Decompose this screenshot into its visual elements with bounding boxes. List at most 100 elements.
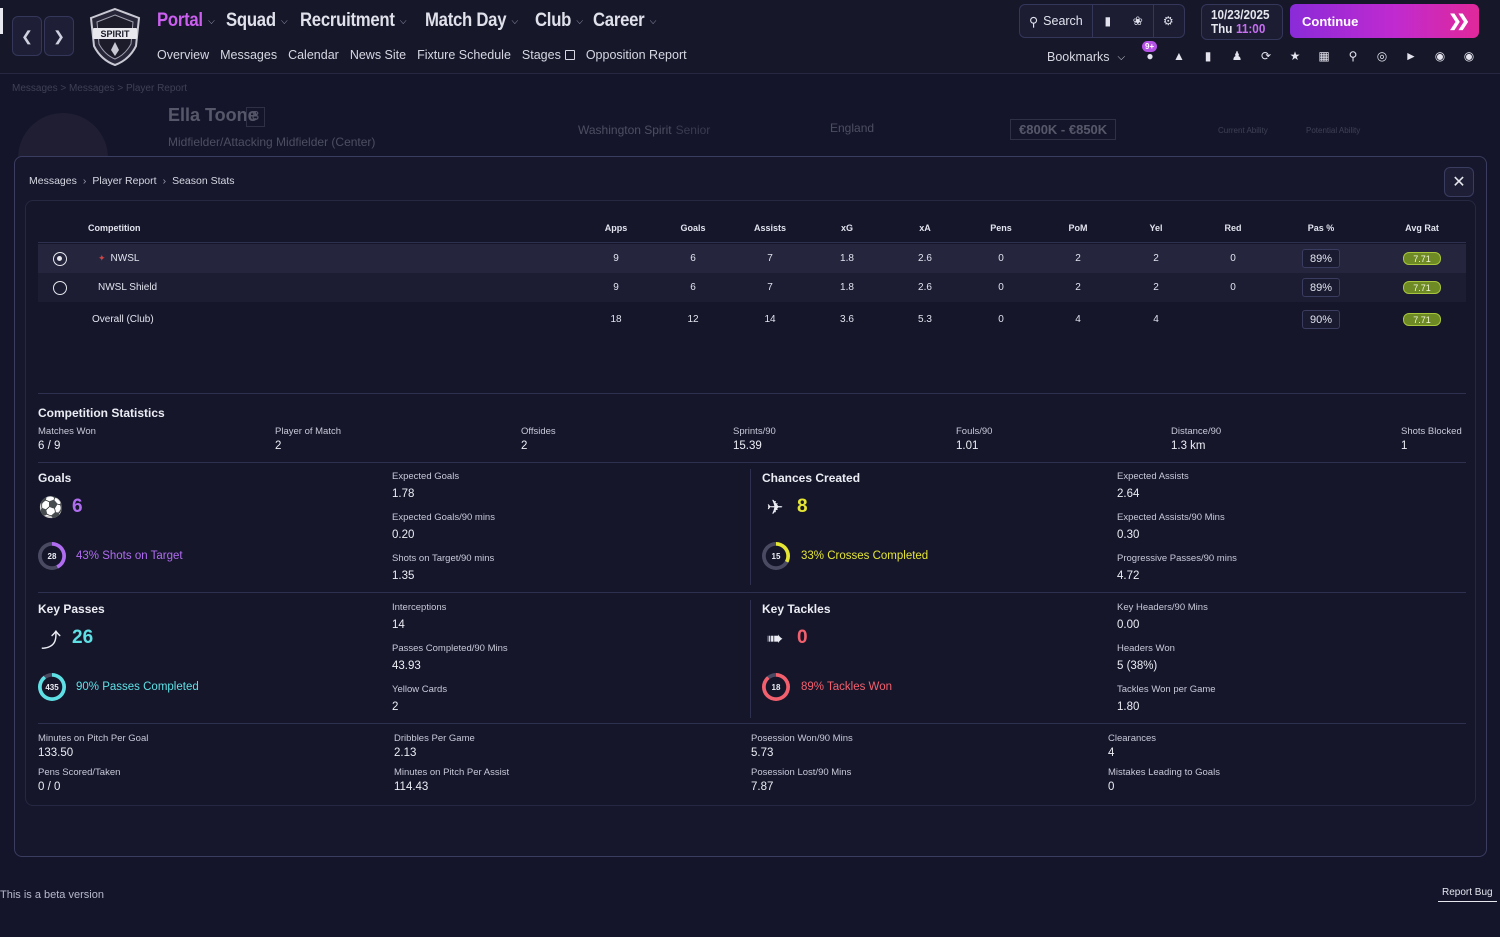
pom-cell: 4 <box>1075 314 1081 325</box>
stat-value: 0.30 <box>1117 529 1140 541</box>
column-header[interactable]: Pens <box>976 213 1026 242</box>
back-button[interactable]: ❮ <box>12 16 42 56</box>
stat-value: 4 <box>1108 747 1115 759</box>
beta-notice: This is a beta version <box>0 889 104 901</box>
game-time: 11:00 <box>1236 21 1266 36</box>
finance-shortcut[interactable]: ◉ <box>1430 46 1450 66</box>
rating-badge: 7.71 <box>1403 281 1441 294</box>
background-breadcrumb: Messages > Messages > Player Report <box>12 83 188 94</box>
stat-value: 6 / 9 <box>38 440 61 452</box>
chevron-down-icon: ⌵ <box>1117 51 1126 63</box>
key-tackles-value: 0 <box>797 627 808 648</box>
staff-shortcut[interactable]: ♟ <box>1227 46 1247 66</box>
focus-shortcut[interactable]: ◎ <box>1372 46 1392 66</box>
submenu-stages[interactable]: Stages <box>522 48 575 62</box>
table-row[interactable]: NWSL Shield 9 6 7 1.8 2.6 0 2 2 0 89% 7.… <box>38 273 1466 302</box>
breadcrumb-player-report[interactable]: Player Report <box>92 175 156 187</box>
red-cell <box>1208 305 1258 334</box>
crosses-completed-text: 33% Crosses Completed <box>801 550 929 562</box>
column-header[interactable]: xA <box>900 213 950 242</box>
stat-label: Shots on Target/90 mins <box>392 553 495 564</box>
search-toolbar: ⚲ Search ▮ ❀ ⚙ <box>1019 4 1185 38</box>
refresh-shortcut[interactable]: ⟳ <box>1256 46 1276 66</box>
clipboard-shortcut[interactable]: ▮ <box>1198 46 1218 66</box>
stat-label: Expected Goals <box>392 471 460 482</box>
menu-match-day[interactable]: Match Day ⌵ <box>425 10 518 32</box>
table-row[interactable]: ✦ NWSL 9 6 7 1.8 2.6 0 2 2 0 89% 7.71 <box>38 244 1466 273</box>
yel-cell: 2 <box>1153 282 1159 293</box>
chevron-right-icon: › <box>82 175 87 187</box>
menu-portal[interactable]: Portal ⌵ <box>157 10 215 32</box>
yel-cell: 4 <box>1153 314 1159 325</box>
chances-created-title: Chances Created <box>762 471 861 485</box>
close-button[interactable]: ✕ <box>1444 167 1474 197</box>
stat-value: 1.3 km <box>1171 440 1206 452</box>
shots-on-target-text: 43% Shots on Target <box>76 550 183 562</box>
competition-radio[interactable] <box>53 281 67 295</box>
stat-label: Clearances <box>1108 733 1157 744</box>
apps-cell: 18 <box>610 314 622 325</box>
passes-completed-ring: 435 <box>38 673 66 701</box>
settings-button[interactable]: ⚙ <box>1152 5 1183 37</box>
column-header[interactable]: Apps <box>591 213 641 242</box>
calendar-icon: ▦ <box>1318 49 1330 63</box>
xa-cell: 2.6 <box>918 253 932 264</box>
continue-button[interactable]: Continue ❯❯ <box>1290 4 1479 38</box>
menu-squad[interactable]: Squad ⌵ <box>226 10 288 32</box>
submenu-news-site[interactable]: News Site <box>350 48 406 62</box>
rating-badge: 7.71 <box>1403 313 1441 326</box>
submenu-calendar[interactable]: Calendar <box>288 48 339 62</box>
submenu-fixture-schedule[interactable]: Fixture Schedule <box>417 48 511 62</box>
competition-radio[interactable] <box>53 252 67 266</box>
stat-value: 2.13 <box>394 747 417 759</box>
column-header[interactable]: Red <box>1208 213 1258 242</box>
gear-icon: ⚙ <box>1162 14 1174 28</box>
stat-label: Expected Goals/90 mins <box>392 512 495 523</box>
column-header[interactable]: xG <box>822 213 872 242</box>
chat-shortcut[interactable]: ● 9+ <box>1140 41 1160 66</box>
menu-recruitment[interactable]: Recruitment ⌵ <box>300 10 407 32</box>
column-header[interactable]: Assists <box>745 213 795 242</box>
submenu-opposition-report[interactable]: Opposition Report <box>586 48 687 62</box>
submenu-overview[interactable]: Overview <box>157 48 209 62</box>
scout-shortcut[interactable]: ⚲ <box>1343 46 1363 66</box>
game-day: Thu <box>1211 21 1233 36</box>
club-crest-logo[interactable]: SPIRIT <box>84 6 146 68</box>
notebook-button[interactable]: ▮ <box>1093 5 1123 37</box>
bookmarks-dropdown[interactable]: Bookmarks ⌵ <box>1047 50 1125 64</box>
forward-button[interactable]: ❯ <box>44 16 74 56</box>
announce-shortcut[interactable]: ► <box>1401 46 1421 66</box>
column-header[interactable]: PoM <box>1053 213 1103 242</box>
trophy-shortcut[interactable]: ★ <box>1285 46 1305 66</box>
red-cell: 0 <box>1230 253 1236 264</box>
column-header[interactable]: Goals <box>668 213 718 242</box>
kit-shortcut[interactable]: ▲ <box>1169 46 1189 66</box>
potential-ability-label: Potential Ability <box>1306 126 1361 135</box>
menu-label: Recruitment <box>300 10 395 31</box>
game-date-display[interactable]: 10/23/2025 Thu 11:00 <box>1201 4 1283 40</box>
stat-label: Pens Scored/Taken <box>38 767 121 778</box>
bookmark-shortcuts: ● 9+ ▲ ▮ ♟ ⟳ ★ ▦ ⚲ ◎ ► ◉ ◉ <box>1140 41 1479 66</box>
menu-label: Club <box>534 10 571 31</box>
submenu-messages[interactable]: Messages <box>220 48 277 62</box>
medical-shortcut[interactable]: ◉ <box>1459 46 1479 66</box>
goals-cell: 6 <box>690 282 696 293</box>
brain-button[interactable]: ❀ <box>1123 5 1153 37</box>
stat-label: Expected Assists <box>1117 471 1189 482</box>
breadcrumb-messages[interactable]: Messages <box>29 175 77 187</box>
medical-icon: ◉ <box>1463 49 1475 63</box>
column-header[interactable]: Avg Rat <box>1397 213 1447 242</box>
stat-value: 1.35 <box>392 570 415 582</box>
report-bug-link[interactable]: Report Bug <box>1438 887 1497 902</box>
tackle-icon: ➠ <box>766 627 784 650</box>
menu-career[interactable]: Career ⌵ <box>593 10 656 32</box>
chances-created-value: 8 <box>797 496 808 517</box>
divider <box>38 592 1466 593</box>
menu-club[interactable]: Club ⌵ <box>535 10 583 32</box>
menu-label: Career <box>592 10 645 31</box>
magnifier-icon: ⚲ <box>1348 49 1358 63</box>
calendar-shortcut[interactable]: ▦ <box>1314 46 1334 66</box>
column-header[interactable]: Pas % <box>1296 213 1346 242</box>
column-header[interactable]: Yel <box>1131 213 1181 242</box>
search-button[interactable]: ⚲ Search <box>1020 5 1093 37</box>
